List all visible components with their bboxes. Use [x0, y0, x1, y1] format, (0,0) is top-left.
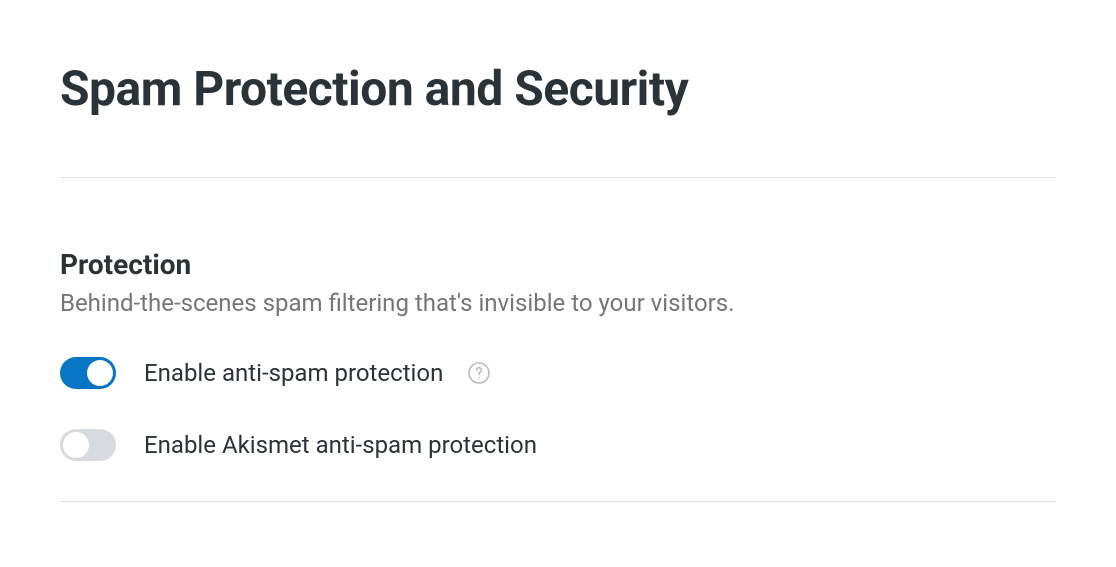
akismet-row: Enable Akismet anti-spam protection: [60, 429, 1056, 461]
protection-section: Protection Behind-the-scenes spam filter…: [60, 248, 1056, 461]
akismet-toggle[interactable]: [60, 429, 116, 461]
page-title: Spam Protection and Security: [60, 60, 1056, 117]
protection-heading: Protection: [60, 248, 1056, 281]
anti-spam-toggle[interactable]: [60, 357, 116, 389]
akismet-label: Enable Akismet anti-spam protection: [144, 431, 537, 459]
anti-spam-row: Enable anti-spam protection: [60, 357, 1056, 389]
toggle-knob: [87, 360, 113, 386]
divider: [60, 501, 1056, 502]
divider: [60, 177, 1056, 178]
help-icon[interactable]: [467, 361, 491, 385]
toggle-knob: [63, 432, 89, 458]
protection-description: Behind-the-scenes spam filtering that's …: [60, 289, 1056, 317]
anti-spam-label: Enable anti-spam protection: [144, 359, 443, 387]
